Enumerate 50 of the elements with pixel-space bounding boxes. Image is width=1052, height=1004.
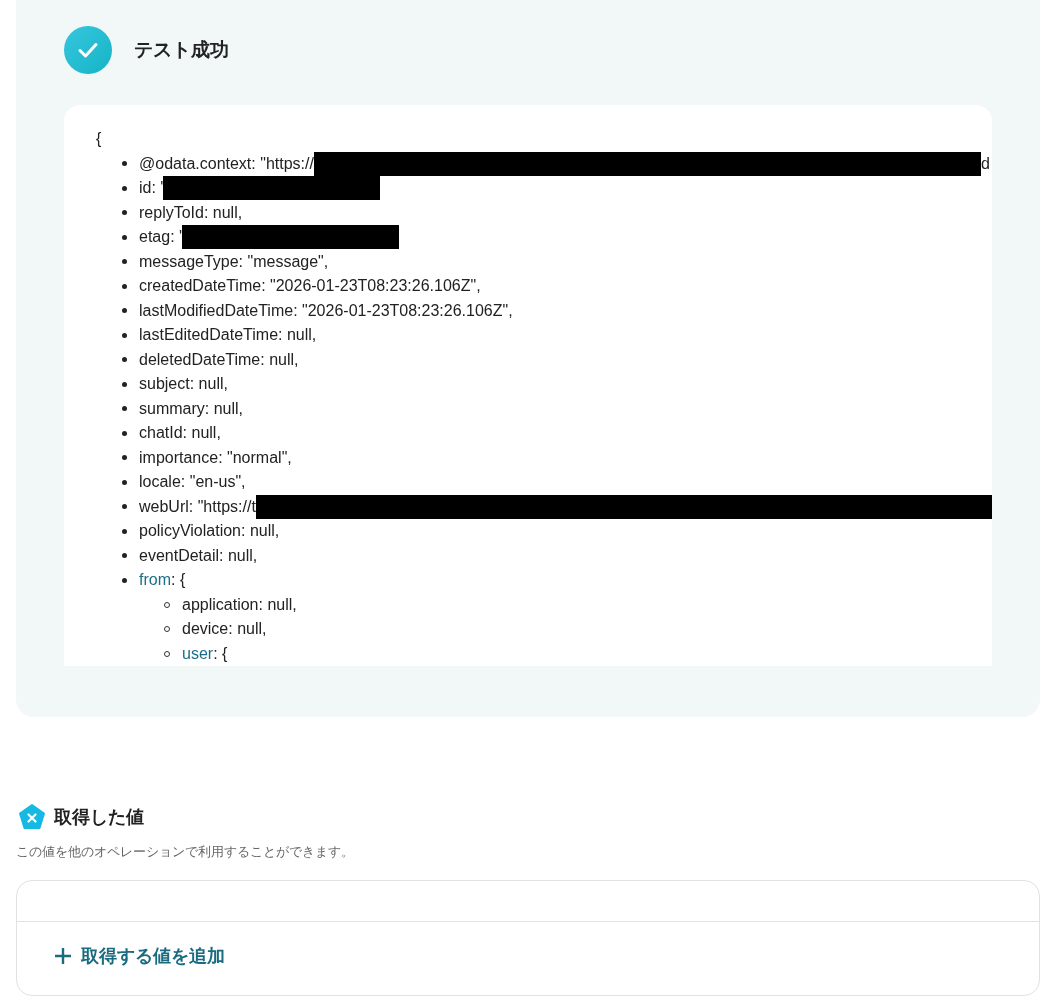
code-text: application: null,	[182, 594, 297, 615]
bullet-icon	[122, 283, 127, 289]
bullet-icon	[122, 455, 127, 461]
code-text: lastEditedDateTime: null,	[139, 325, 317, 345]
bullet-icon	[122, 479, 127, 485]
bullet-icon	[122, 553, 127, 559]
code-text: importance: "normal",	[139, 447, 292, 468]
bullet-icon	[122, 332, 127, 338]
bullet-icon	[122, 357, 127, 363]
bullet-icon	[122, 210, 127, 216]
code-text: {	[96, 129, 103, 149]
code-text: subject: null,	[139, 374, 228, 394]
section-title: 取得した値	[54, 806, 144, 829]
code-text: : {	[171, 570, 186, 590]
code-text: locale: "en-us",	[139, 472, 246, 492]
code-text: id: '	[139, 178, 164, 198]
plus-icon	[53, 946, 73, 966]
code-text: policyViolation: null,	[139, 521, 280, 541]
section-description: この値を他のオペレーションで利用することができます。	[16, 843, 355, 861]
code-text: deletedDateTime: null,	[139, 349, 299, 370]
code-text: chatId: null,	[139, 423, 221, 443]
bullet-icon	[122, 504, 127, 510]
code-text: messageType: "message",	[139, 251, 329, 272]
bullet-icon	[122, 430, 127, 436]
object-key[interactable]: user	[182, 641, 214, 666]
bullet-icon	[122, 381, 127, 387]
code-text: lastModifiedDateTime: "2026-01-23T08:23:26.106Z",	[139, 300, 513, 321]
code-text: device: null,	[182, 619, 267, 639]
bullet-icon	[122, 577, 127, 583]
bullet-icon	[122, 406, 127, 412]
code-text: d	[981, 153, 990, 174]
result-title: テスト成功	[134, 38, 229, 62]
code-text: @odata.context: "https://	[139, 153, 314, 174]
check-icon	[64, 26, 112, 74]
code-text: webUrl: "https://t	[139, 496, 256, 517]
code-text: : {	[213, 643, 228, 664]
object-key[interactable]: from	[139, 568, 171, 593]
bullet-icon	[122, 185, 127, 191]
bullet-icon	[122, 528, 127, 534]
code-text: createdDateTime: "2026-01-23T08:23:26.106Z",	[139, 276, 481, 296]
code-text: summary: null,	[139, 398, 244, 419]
code-text: replyToId: null,	[139, 202, 243, 223]
code-text: eventDetail: null,	[139, 545, 258, 566]
add-value-button[interactable]: 取得する値を追加	[53, 944, 225, 968]
code-text: etag: '	[139, 227, 183, 247]
bullet-icon	[122, 161, 127, 167]
bullet-icon	[122, 259, 127, 265]
bullet-icon	[122, 234, 127, 240]
variable-icon	[18, 803, 46, 831]
bullet-icon	[122, 308, 127, 314]
